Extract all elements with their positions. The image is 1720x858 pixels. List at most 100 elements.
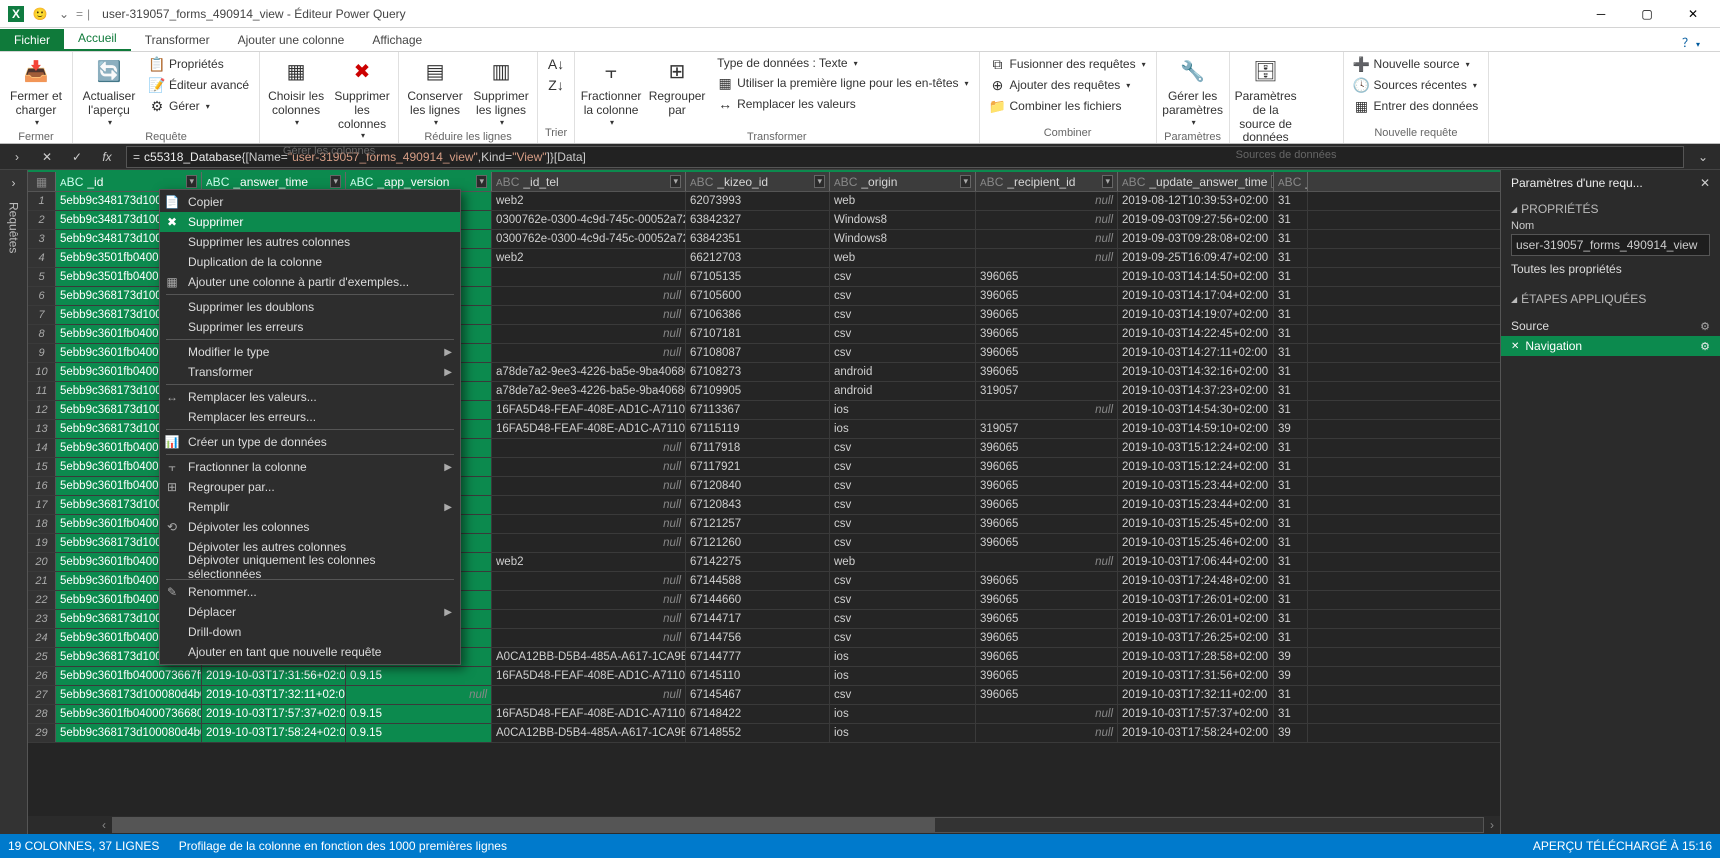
column-header-origin[interactable]: ABC_origin▾ (830, 172, 976, 191)
table-cell[interactable]: 2019-10-03T17:57:37+02:00 (202, 705, 346, 723)
table-cell[interactable]: 2019-10-03T17:58:24+02:00 (1118, 724, 1274, 742)
column-header-kizeo_id[interactable]: ABC_kizeo_id▾ (686, 172, 830, 191)
table-cell[interactable]: 31 (1274, 306, 1308, 324)
table-cell[interactable]: null (976, 211, 1118, 229)
ctx-remove[interactable]: ✖Supprimer (160, 212, 460, 232)
table-cell[interactable]: null (976, 249, 1118, 267)
table-cell[interactable]: 39 (1274, 667, 1308, 685)
table-cell[interactable]: 31 (1274, 705, 1308, 723)
table-cell[interactable]: 31 (1274, 230, 1308, 248)
table-cell[interactable]: 0.9.15 (346, 724, 492, 742)
table-cell[interactable]: 16FA5D48-FEAF-408E-AD1C-A71107E95... (492, 420, 686, 438)
table-cell[interactable]: 67148422 (686, 705, 830, 723)
table-cell[interactable]: 2019-10-03T15:25:45+02:00 (1118, 515, 1274, 533)
table-cell[interactable]: 396065 (976, 629, 1118, 647)
manage-params-button[interactable]: 🔧Gérer les paramètres▾ (1163, 54, 1223, 129)
gear-icon[interactable]: ⚙ (1700, 340, 1710, 353)
sort-asc-button[interactable]: A↓ (544, 54, 568, 74)
all-properties-link[interactable]: Toutes les propriétés (1511, 262, 1710, 276)
row-number[interactable]: 8 (28, 325, 56, 343)
close-and-load-button[interactable]: 📥Fermer et charger▾ (6, 54, 66, 129)
row-number[interactable]: 19 (28, 534, 56, 552)
table-cell[interactable]: 31 (1274, 458, 1308, 476)
manage-button[interactable]: ⚙Gérer▾ (145, 96, 253, 116)
properties-button[interactable]: 📋Propriétés (145, 54, 253, 74)
table-cell[interactable]: csv (830, 439, 976, 457)
step-navigation[interactable]: ✕Navigation⚙ (1501, 336, 1720, 356)
table-cell[interactable]: ios (830, 648, 976, 666)
table-cell[interactable]: 67145467 (686, 686, 830, 704)
table-cell[interactable]: 31 (1274, 363, 1308, 381)
filter-dropdown-icon[interactable]: ▾ (186, 175, 197, 188)
remove-rows-button[interactable]: ▥Supprimer les lignes▾ (471, 54, 531, 129)
table-cell[interactable]: 31 (1274, 249, 1308, 267)
table-cell[interactable]: 16FA5D48-FEAF-408E-AD1C-A71107E95... (492, 667, 686, 685)
row-number[interactable]: 7 (28, 306, 56, 324)
close-button[interactable]: ✕ (1670, 0, 1716, 28)
table-cell[interactable]: csv (830, 287, 976, 305)
table-cell[interactable]: 0.9.15 (346, 705, 492, 723)
table-cell[interactable]: 396065 (976, 306, 1118, 324)
append-queries-button[interactable]: ⊕Ajouter des requêtes▾ (986, 75, 1150, 95)
table-cell[interactable]: 31 (1274, 439, 1308, 457)
delete-step-icon[interactable]: ✕ (1511, 341, 1519, 352)
ctx-remove-errors[interactable]: Supprimer les erreurs (160, 317, 460, 337)
replace-values-button[interactable]: ↔Remplacer les valeurs (713, 94, 972, 114)
table-cell[interactable]: 67108273 (686, 363, 830, 381)
table-cell[interactable]: web (830, 192, 976, 210)
data-source-settings-button[interactable]: 🗄Paramètres de la source de données (1236, 54, 1296, 147)
row-number[interactable]: 6 (28, 287, 56, 305)
table-cell[interactable]: 67142275 (686, 553, 830, 571)
ctx-add-as-new-query[interactable]: Ajouter en tant que nouvelle requête (160, 642, 460, 662)
gear-icon[interactable]: ⚙ (1700, 320, 1710, 333)
table-cell[interactable]: 2019-10-03T14:17:04+02:00 (1118, 287, 1274, 305)
table-cell[interactable]: 396065 (976, 363, 1118, 381)
row-number[interactable]: 27 (28, 686, 56, 704)
table-cell[interactable]: 2019-10-03T17:28:58+02:00 (1118, 648, 1274, 666)
table-cell[interactable]: 67144660 (686, 591, 830, 609)
table-cell[interactable]: 31 (1274, 686, 1308, 704)
row-number[interactable]: 9 (28, 344, 56, 362)
table-cell[interactable]: 396065 (976, 648, 1118, 666)
expand-queries-button[interactable]: › (6, 146, 28, 168)
table-cell[interactable]: 31 (1274, 192, 1308, 210)
table-cell[interactable]: 2019-09-25T16:09:47+02:00 (1118, 249, 1274, 267)
table-cell[interactable]: web (830, 249, 976, 267)
row-number[interactable]: 23 (28, 610, 56, 628)
table-cell[interactable]: 31 (1274, 629, 1308, 647)
sort-desc-button[interactable]: Z↓ (544, 75, 568, 95)
table-cell[interactable]: 31 (1274, 496, 1308, 514)
row-number[interactable]: 10 (28, 363, 56, 381)
split-column-button[interactable]: ⫟Fractionner la colonne▾ (581, 54, 641, 129)
ctx-transform[interactable]: Transformer▶ (160, 362, 460, 382)
table-cell[interactable]: ios (830, 420, 976, 438)
table-cell[interactable]: 31 (1274, 268, 1308, 286)
tab-home[interactable]: Accueil (64, 27, 131, 51)
row-number[interactable]: 21 (28, 572, 56, 590)
table-cell[interactable]: 5ebb9c3601fb040007366800 (56, 705, 202, 723)
table-cell[interactable]: 31 (1274, 325, 1308, 343)
table-cell[interactable]: 67121257 (686, 515, 830, 533)
chevron-right-icon[interactable]: › (12, 176, 16, 190)
table-cell[interactable]: 67144756 (686, 629, 830, 647)
ctx-duplicate[interactable]: Duplication de la colonne (160, 252, 460, 272)
table-cell[interactable]: 67121260 (686, 534, 830, 552)
row-number[interactable]: 2 (28, 211, 56, 229)
table-cell[interactable]: 62073993 (686, 192, 830, 210)
table-cell[interactable]: csv (830, 534, 976, 552)
ctx-fill[interactable]: Remplir▶ (160, 497, 460, 517)
table-cell[interactable]: 2019-10-03T17:26:01+02:00 (1118, 591, 1274, 609)
remove-columns-button[interactable]: ✖Supprimer les colonnes▾ (332, 54, 392, 143)
table-cell[interactable]: 31 (1274, 610, 1308, 628)
table-cell[interactable]: csv (830, 572, 976, 590)
combine-files-button[interactable]: 📁Combiner les fichiers (986, 96, 1150, 116)
column-header-u[interactable]: ABC_u▾ (1274, 172, 1308, 191)
advanced-editor-button[interactable]: 📝Éditeur avancé (145, 75, 253, 95)
table-cell[interactable]: null (492, 534, 686, 552)
table-cell[interactable]: 31 (1274, 534, 1308, 552)
table-cell[interactable]: null (976, 401, 1118, 419)
query-name-input[interactable] (1511, 234, 1710, 256)
ctx-unpivot[interactable]: ⟲Dépivoter les colonnes (160, 517, 460, 537)
table-cell[interactable]: 67145110 (686, 667, 830, 685)
table-cell[interactable]: csv (830, 515, 976, 533)
